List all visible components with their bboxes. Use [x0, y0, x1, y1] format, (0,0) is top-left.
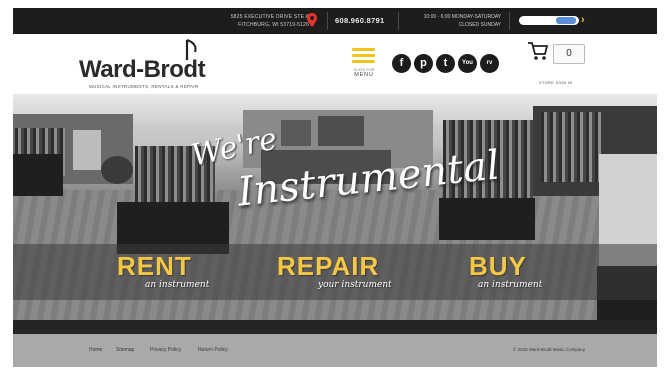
map-pin-icon[interactable]	[307, 13, 317, 27]
divider	[509, 12, 510, 30]
search-button[interactable]	[556, 17, 576, 24]
buy-subtitle: an instrument	[478, 280, 543, 290]
divider	[398, 12, 399, 30]
tumblr-icon[interactable]: t	[436, 54, 455, 73]
hero-banner: We're Instrumental RENT an instrument RE…	[13, 94, 657, 320]
site-footer: Home Sitemap Privacy Policy Return Polic…	[13, 334, 657, 367]
buy-link[interactable]: BUY	[469, 251, 527, 282]
store-sign-in-link[interactable]: STORE SIGN IN	[539, 80, 573, 85]
logo-subtitle: MUSICAL INSTRUMENTS, RENTALS & REPAIR	[89, 84, 199, 89]
rent-subtitle: an instrument	[145, 280, 210, 290]
footer-link-sitemap[interactable]: Sitemap	[116, 347, 134, 353]
reverb-icon[interactable]: rv	[480, 54, 499, 73]
hours-line-2: CLOSED SUNDAY	[458, 22, 501, 28]
phone-number[interactable]: 608.960.8791	[335, 16, 384, 25]
menu-label: MENU	[354, 72, 374, 78]
youtube-icon[interactable]: You	[458, 54, 477, 73]
hamburger-icon	[352, 48, 375, 51]
top-bar: 5825 EXECUTIVE DRIVE STE A FITCHBURG, WI…	[13, 8, 657, 34]
facebook-icon[interactable]: f	[392, 54, 411, 73]
rent-link[interactable]: RENT	[117, 251, 192, 282]
hours-line-1: 10:00 - 6:00 MONDAY-SATURDAY	[423, 14, 501, 20]
pinterest-icon[interactable]: p	[414, 54, 433, 73]
address-line-1: 5825 EXECUTIVE DRIVE STE A	[230, 14, 309, 20]
logo-text: Ward-Brodt	[79, 56, 206, 83]
search-input[interactable]	[519, 16, 579, 25]
copyright-text: © 2016 Ward-Brodt Music Company	[513, 347, 586, 352]
chevron-right-icon[interactable]: ›	[581, 13, 585, 27]
menu-button[interactable]: CLICK FOR MENU	[349, 48, 379, 84]
address-line-2: FITCHBURG, WI 53719-5126	[238, 22, 309, 28]
cart-icon[interactable]	[527, 40, 549, 62]
webpage: 5825 EXECUTIVE DRIVE STE A FITCHBURG, WI…	[13, 8, 657, 371]
repair-link[interactable]: REPAIR	[277, 251, 379, 282]
cart-count[interactable]: 0	[553, 44, 585, 64]
footer-link-privacy-policy[interactable]: Privacy Policy	[150, 347, 181, 353]
footer-link-return-policy[interactable]: Return Policy	[198, 347, 228, 353]
store-hours: 10:00 - 6:00 MONDAY-SATURDAY CLOSED SUND…	[405, 13, 501, 29]
store-address[interactable]: 5825 EXECUTIVE DRIVE STE A FITCHBURG, WI…	[213, 13, 309, 29]
divider-stripe	[13, 320, 657, 334]
site-header: Ward-Brodt MUSICAL INSTRUMENTS, RENTALS …	[13, 34, 657, 94]
divider	[327, 12, 328, 30]
repair-subtitle: your instrument	[318, 280, 392, 290]
site-logo[interactable]: Ward-Brodt MUSICAL INSTRUMENTS, RENTALS …	[79, 38, 229, 90]
footer-link-home[interactable]: Home	[89, 347, 102, 353]
